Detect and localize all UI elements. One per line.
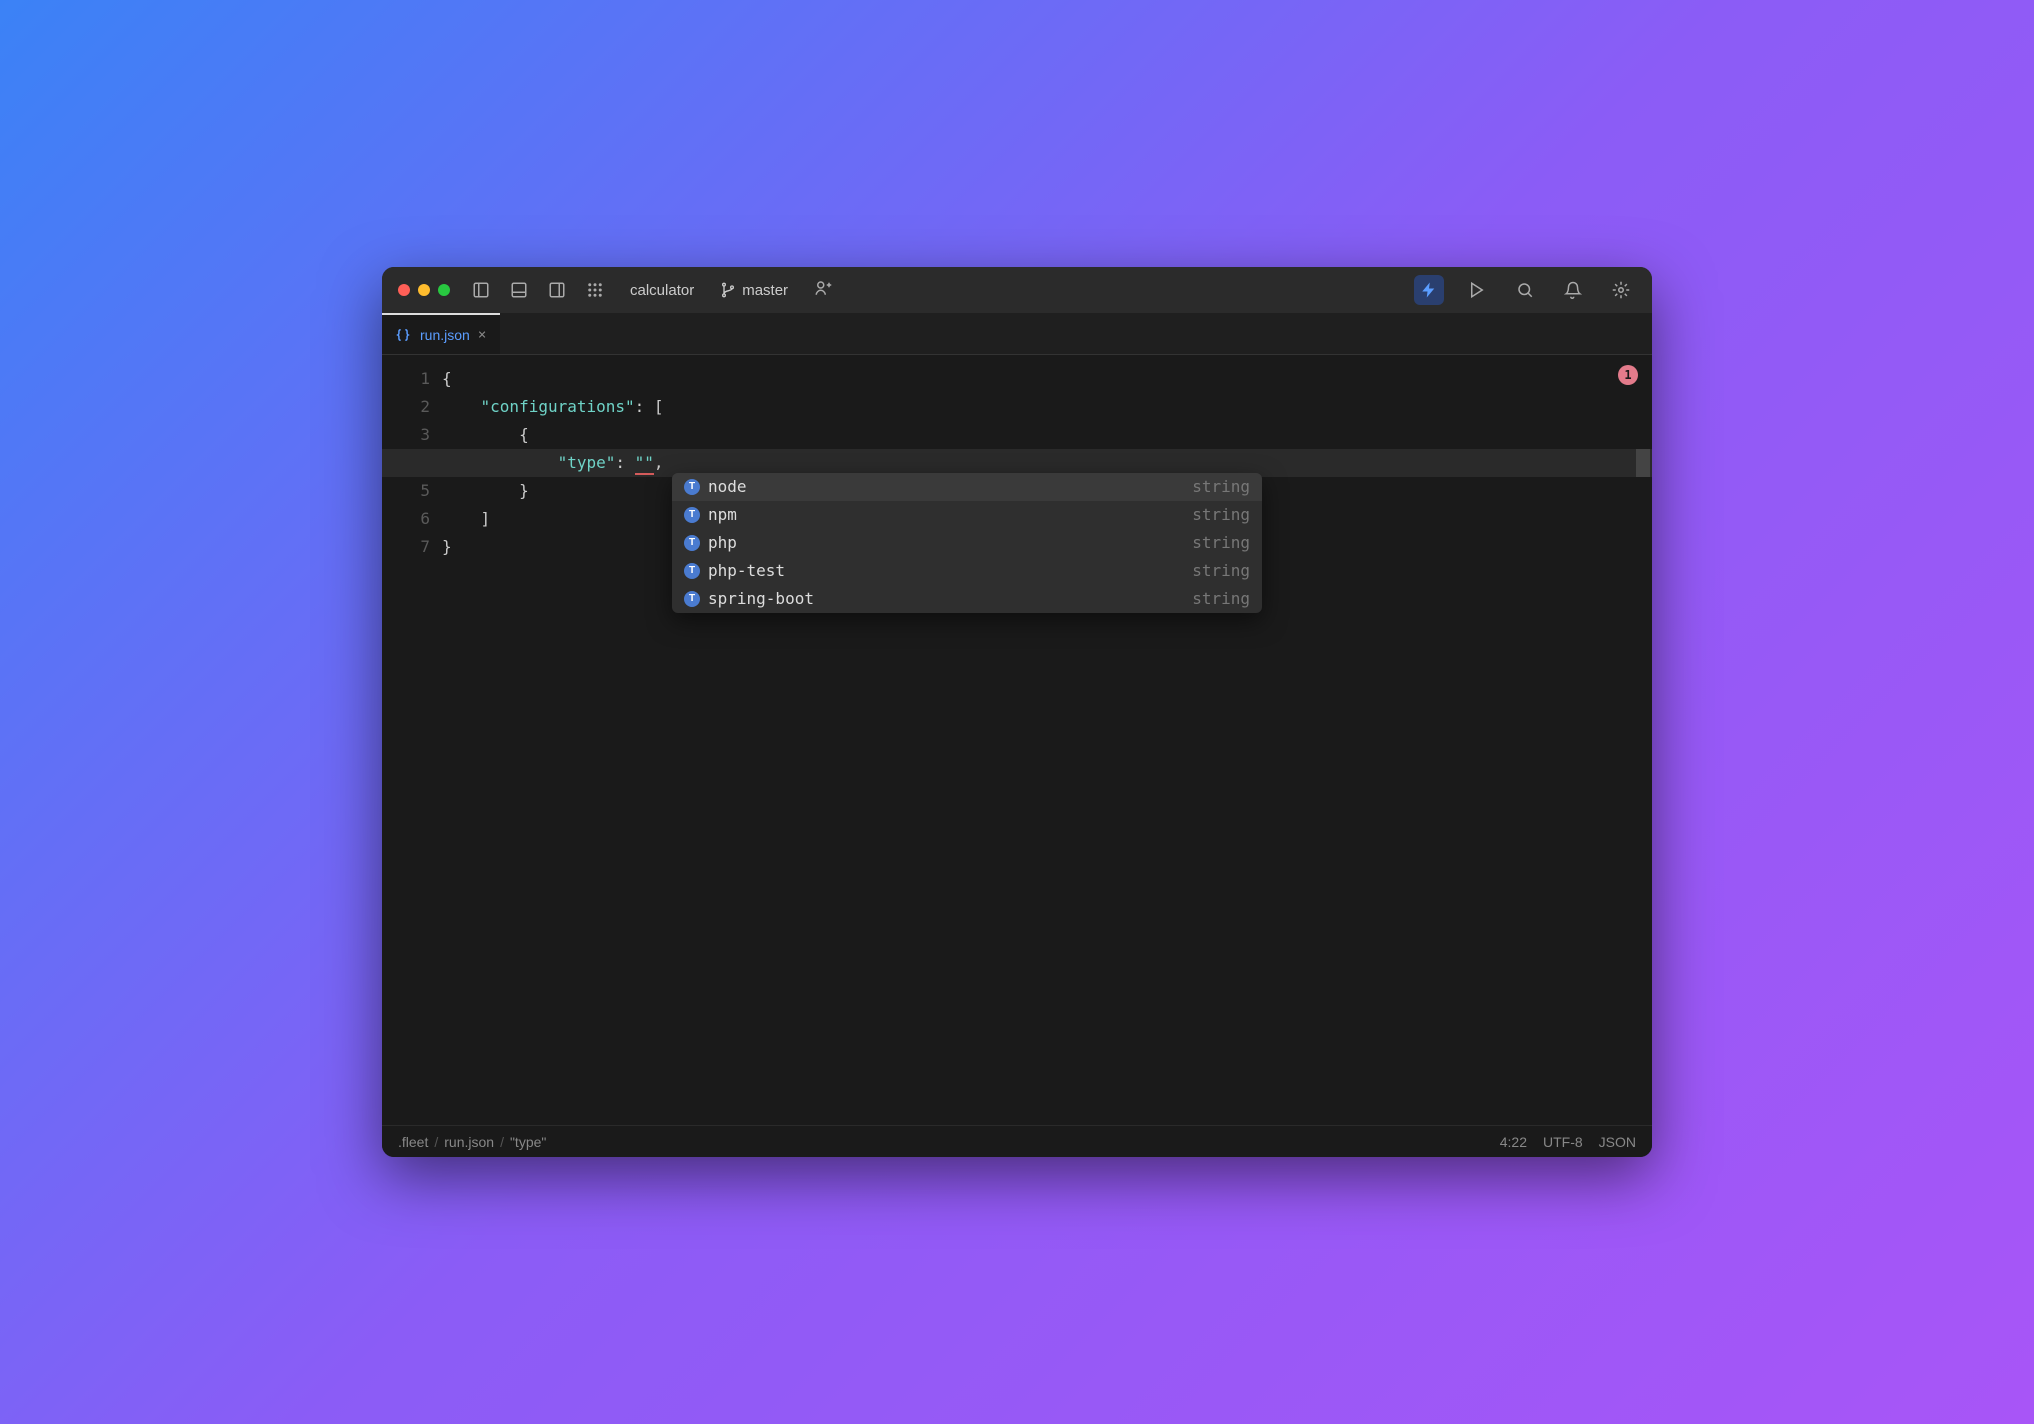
type-icon: T (684, 563, 700, 579)
autocomplete-label: npm (708, 501, 737, 529)
close-window-button[interactable] (398, 284, 410, 296)
autocomplete-label: php-test (708, 557, 785, 585)
breadcrumb-segment[interactable]: run.json (444, 1134, 494, 1150)
autocomplete-label: php (708, 529, 737, 557)
type-icon: T (684, 479, 700, 495)
line-number: 7 (382, 533, 430, 561)
autocomplete-item[interactable]: T spring-boot string (672, 585, 1262, 613)
autocomplete-type: string (1192, 529, 1250, 557)
autocomplete-type: string (1192, 473, 1250, 501)
line-number: 1 (382, 365, 430, 393)
project-name[interactable]: calculator (630, 282, 694, 299)
status-bar: .fleet / run.json / "type" 4:22 UTF-8 JSON (382, 1125, 1652, 1157)
code-line[interactable]: { (442, 365, 1652, 393)
add-collaborator-icon[interactable] (814, 279, 832, 301)
notifications-icon[interactable] (1558, 275, 1588, 305)
breadcrumb-segment[interactable]: .fleet (398, 1134, 428, 1150)
tab-bar: run.json × (382, 313, 1652, 355)
branch-icon (720, 282, 736, 298)
line-number: 3 (382, 421, 430, 449)
autocomplete-type: string (1192, 557, 1250, 585)
minimap-indicator[interactable] (1636, 449, 1650, 477)
autocomplete-label: spring-boot (708, 585, 814, 613)
ide-window: calculator master (382, 267, 1652, 1157)
autocomplete-item[interactable]: T node string (672, 473, 1262, 501)
close-tab-icon[interactable]: × (478, 327, 486, 343)
maximize-window-button[interactable] (438, 284, 450, 296)
branch-name: master (742, 282, 788, 299)
bottom-panel-icon[interactable] (510, 281, 528, 299)
breadcrumb-segment[interactable]: "type" (510, 1134, 546, 1150)
minimize-window-button[interactable] (418, 284, 430, 296)
file-encoding[interactable]: UTF-8 (1543, 1134, 1583, 1150)
titlebar-actions (1414, 275, 1636, 305)
line-number: 6 (382, 505, 430, 533)
git-branch[interactable]: master (720, 282, 788, 299)
code-line[interactable]: "configurations": [ (442, 393, 1652, 421)
type-icon: T (684, 507, 700, 523)
breadcrumb-separator: / (434, 1134, 438, 1150)
json-file-icon (396, 327, 412, 343)
titlebar: calculator master (382, 267, 1652, 313)
code-line[interactable]: { (442, 421, 1652, 449)
type-icon: T (684, 535, 700, 551)
panel-toggles (472, 281, 604, 299)
settings-icon[interactable] (1606, 275, 1636, 305)
run-icon[interactable] (1462, 275, 1492, 305)
tab-filename: run.json (420, 327, 470, 343)
breadcrumb[interactable]: .fleet / run.json / "type" (398, 1134, 546, 1150)
error-count-badge[interactable]: 1 (1618, 365, 1638, 385)
line-number: 5 (382, 477, 430, 505)
code-area[interactable]: { "configurations": [ { "type": "", } ]}… (442, 355, 1652, 1125)
autocomplete-type: string (1192, 501, 1250, 529)
editor[interactable]: 1234567 { "configurations": [ { "type": … (382, 355, 1652, 1125)
cursor-position[interactable]: 4:22 (1500, 1134, 1527, 1150)
autocomplete-item[interactable]: T php-test string (672, 557, 1262, 585)
right-panel-icon[interactable] (548, 281, 566, 299)
autocomplete-label: node (708, 473, 747, 501)
autocomplete-item[interactable]: T npm string (672, 501, 1262, 529)
autocomplete-popup: T node string T npm string T php string … (672, 473, 1262, 613)
line-number: 2 (382, 393, 430, 421)
file-language[interactable]: JSON (1599, 1134, 1636, 1150)
window-controls (398, 284, 450, 296)
type-icon: T (684, 591, 700, 607)
left-panel-icon[interactable] (472, 281, 490, 299)
autocomplete-item[interactable]: T php string (672, 529, 1262, 557)
apps-grid-icon[interactable] (586, 281, 604, 299)
autocomplete-type: string (1192, 585, 1250, 613)
breadcrumb-separator: / (500, 1134, 504, 1150)
file-tab[interactable]: run.json × (382, 313, 500, 354)
smart-mode-icon[interactable] (1414, 275, 1444, 305)
search-icon[interactable] (1510, 275, 1540, 305)
status-right: 4:22 UTF-8 JSON (1500, 1134, 1636, 1150)
